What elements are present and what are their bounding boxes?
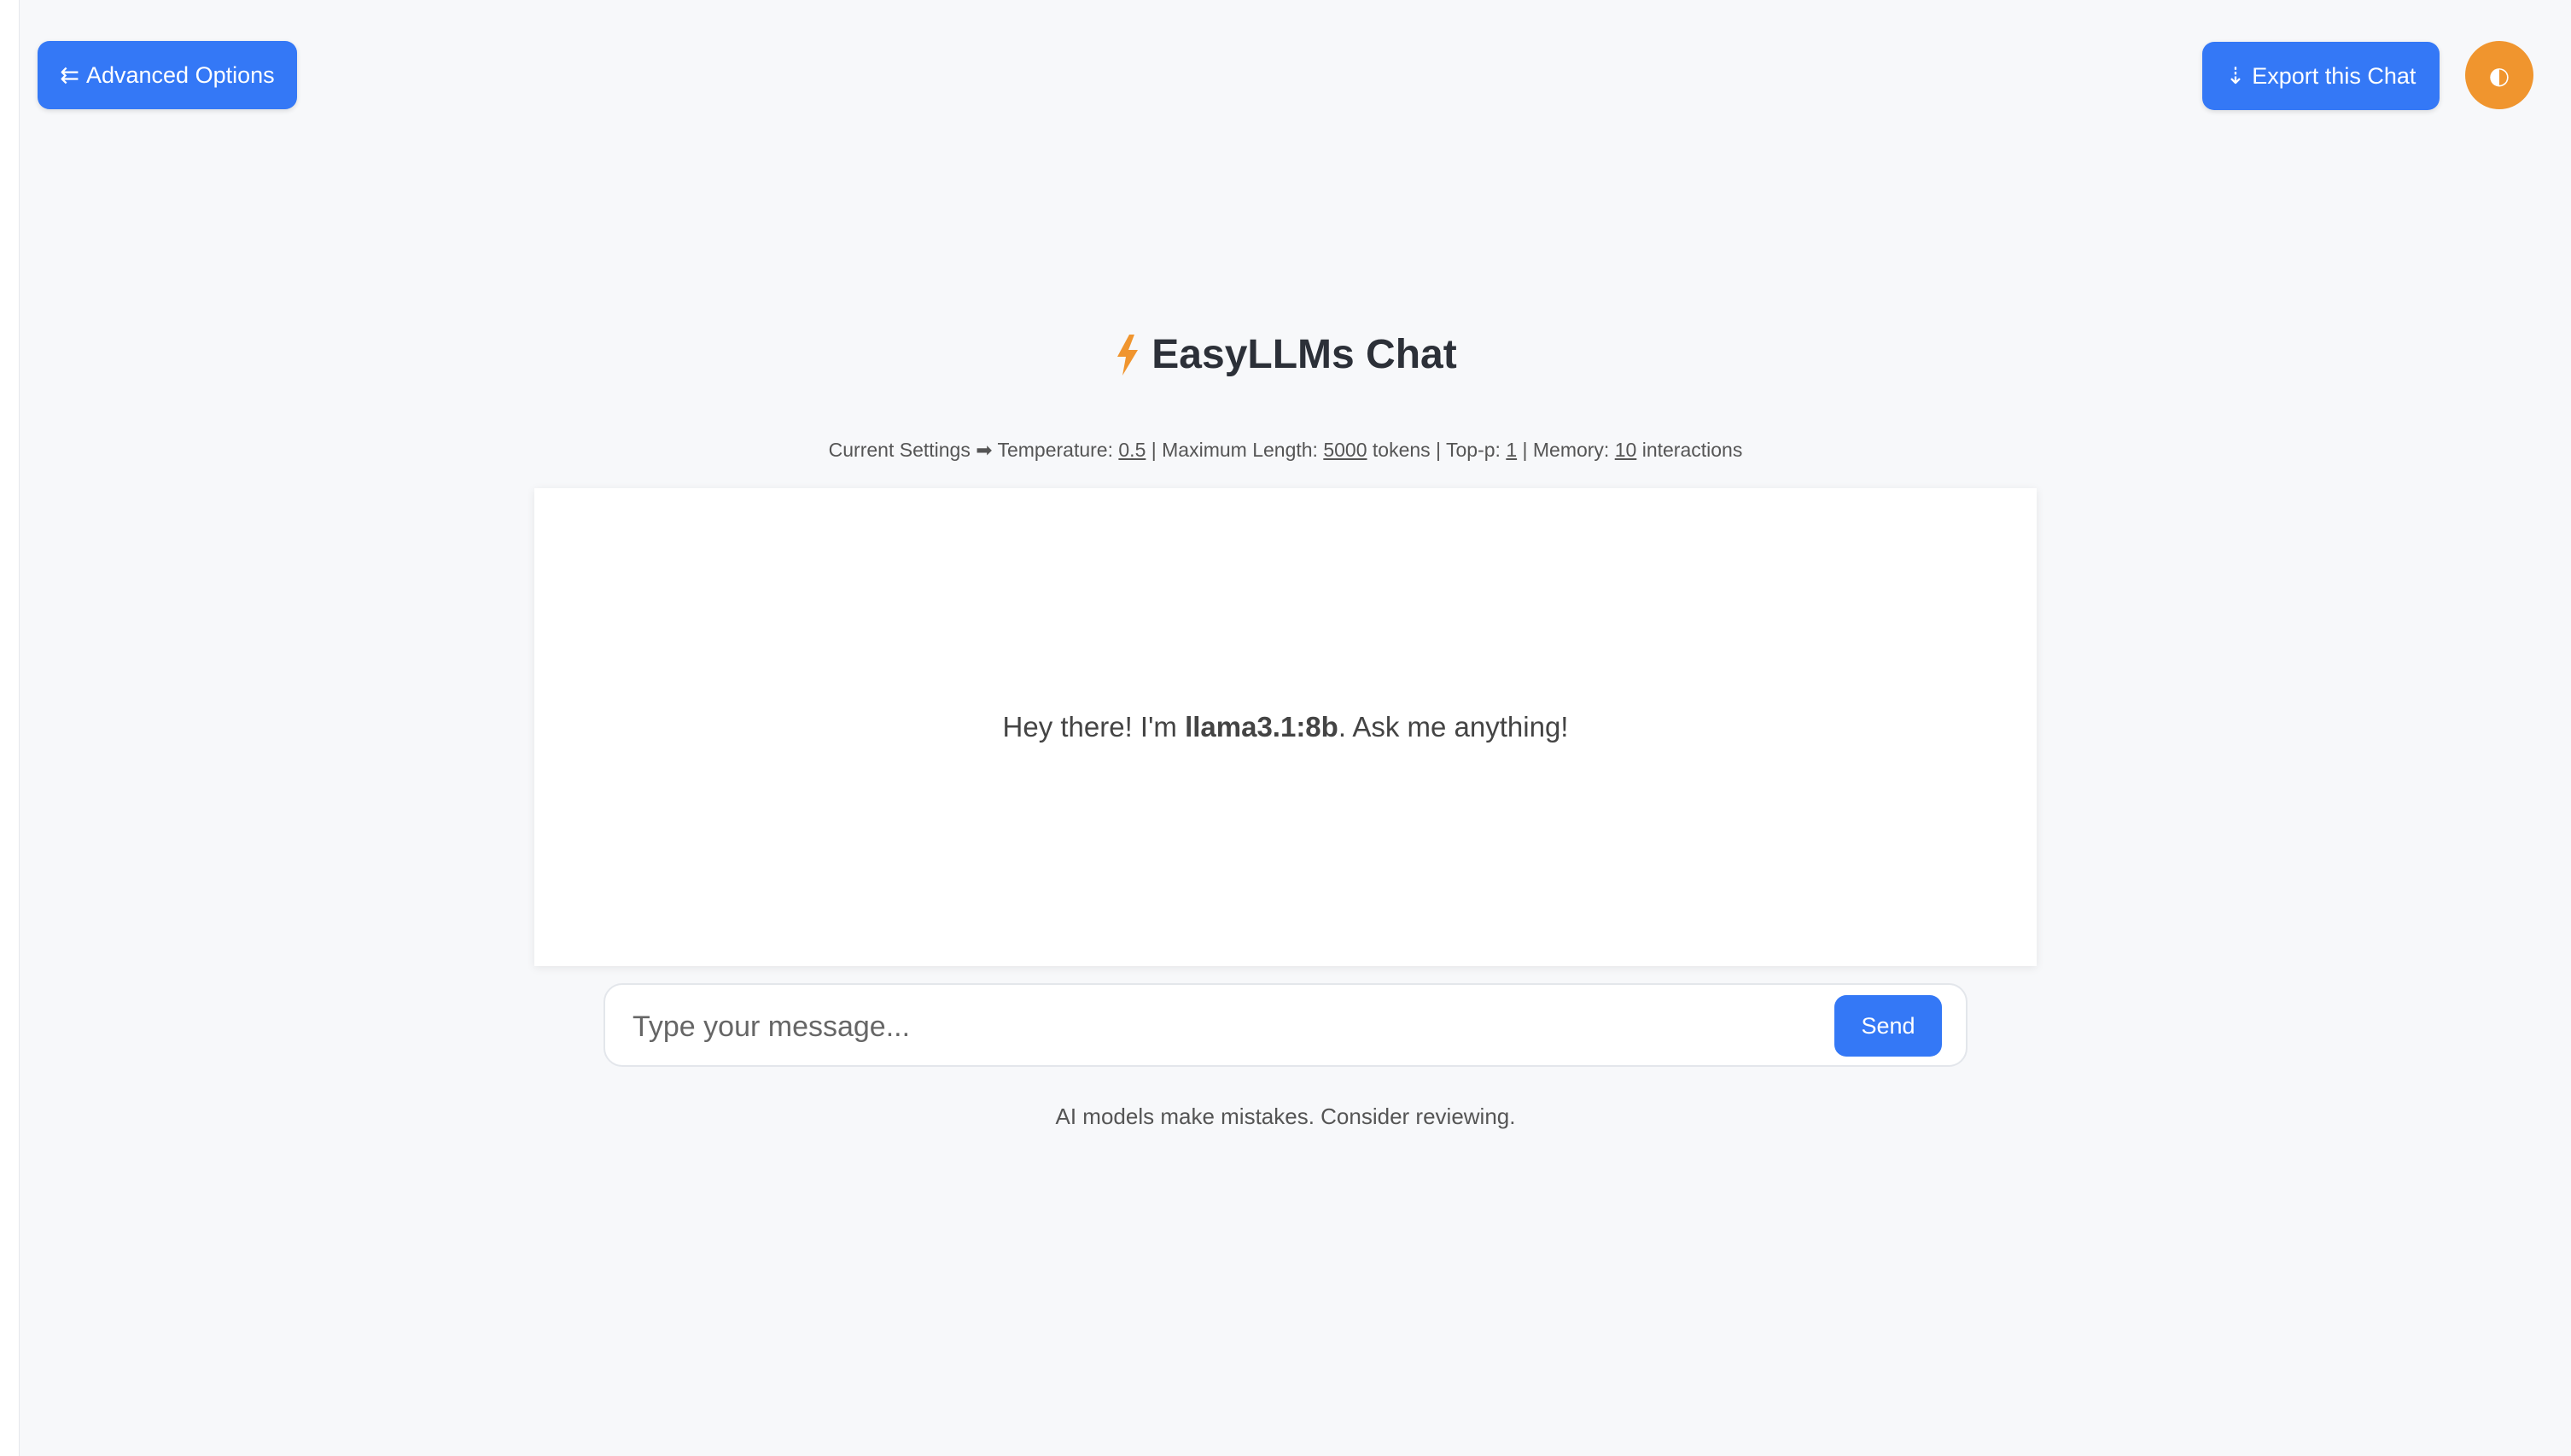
max-length-label: | Maximum Length: <box>1151 439 1318 461</box>
memory-value[interactable]: 10 <box>1615 439 1637 461</box>
lightning-bolt-icon <box>1117 334 1139 376</box>
advanced-options-button[interactable]: ⇇ Advanced Options <box>38 41 297 109</box>
message-input[interactable] <box>631 1000 1744 1053</box>
export-chat-button[interactable]: ⇣ Export this Chat <box>2202 42 2440 110</box>
chat-window: Hey there! I'm llama3.1:8b. Ask me anyth… <box>534 488 2037 966</box>
half-circle-icon: ◐ <box>2488 61 2510 90</box>
interactions-label: interactions <box>1641 439 1743 461</box>
disclaimer-text: AI models make mistakes. Consider review… <box>1055 1104 1516 1129</box>
theme-toggle-button[interactable]: ◐ <box>2465 41 2533 109</box>
send-button[interactable]: Send <box>1834 995 1942 1057</box>
page-title: EasyLLMs Chat <box>0 331 2571 378</box>
download-arrow-icon: ⇣ <box>2225 62 2246 90</box>
top-p-value[interactable]: 1 <box>1506 439 1517 461</box>
current-settings-line: Current Settings ➡ Temperature: 0.5 | Ma… <box>0 439 2571 462</box>
temperature-value[interactable]: 0.5 <box>1118 439 1146 461</box>
tokens-label: tokens | Top-p: <box>1372 439 1501 461</box>
memory-label: | Memory: <box>1522 439 1610 461</box>
settings-prefix: Current Settings ➡ Temperature: <box>828 439 1113 461</box>
max-length-value[interactable]: 5000 <box>1323 439 1367 461</box>
app-title-text: EasyLLMs Chat <box>1151 332 1457 377</box>
greeting-after: . Ask me anything! <box>1338 711 1569 743</box>
message-composer: Send <box>603 983 1968 1067</box>
greeting-before: Hey there! I'm <box>1002 711 1186 743</box>
advanced-options-label: Advanced Options <box>85 61 275 88</box>
collapse-arrows-icon: ⇇ <box>60 61 79 89</box>
export-chat-label: Export this Chat <box>2252 62 2417 89</box>
greeting-message: Hey there! I'm llama3.1:8b. Ask me anyth… <box>1003 711 1569 743</box>
model-name: llama3.1:8b <box>1185 711 1338 743</box>
sidebar-edge <box>0 0 20 1456</box>
